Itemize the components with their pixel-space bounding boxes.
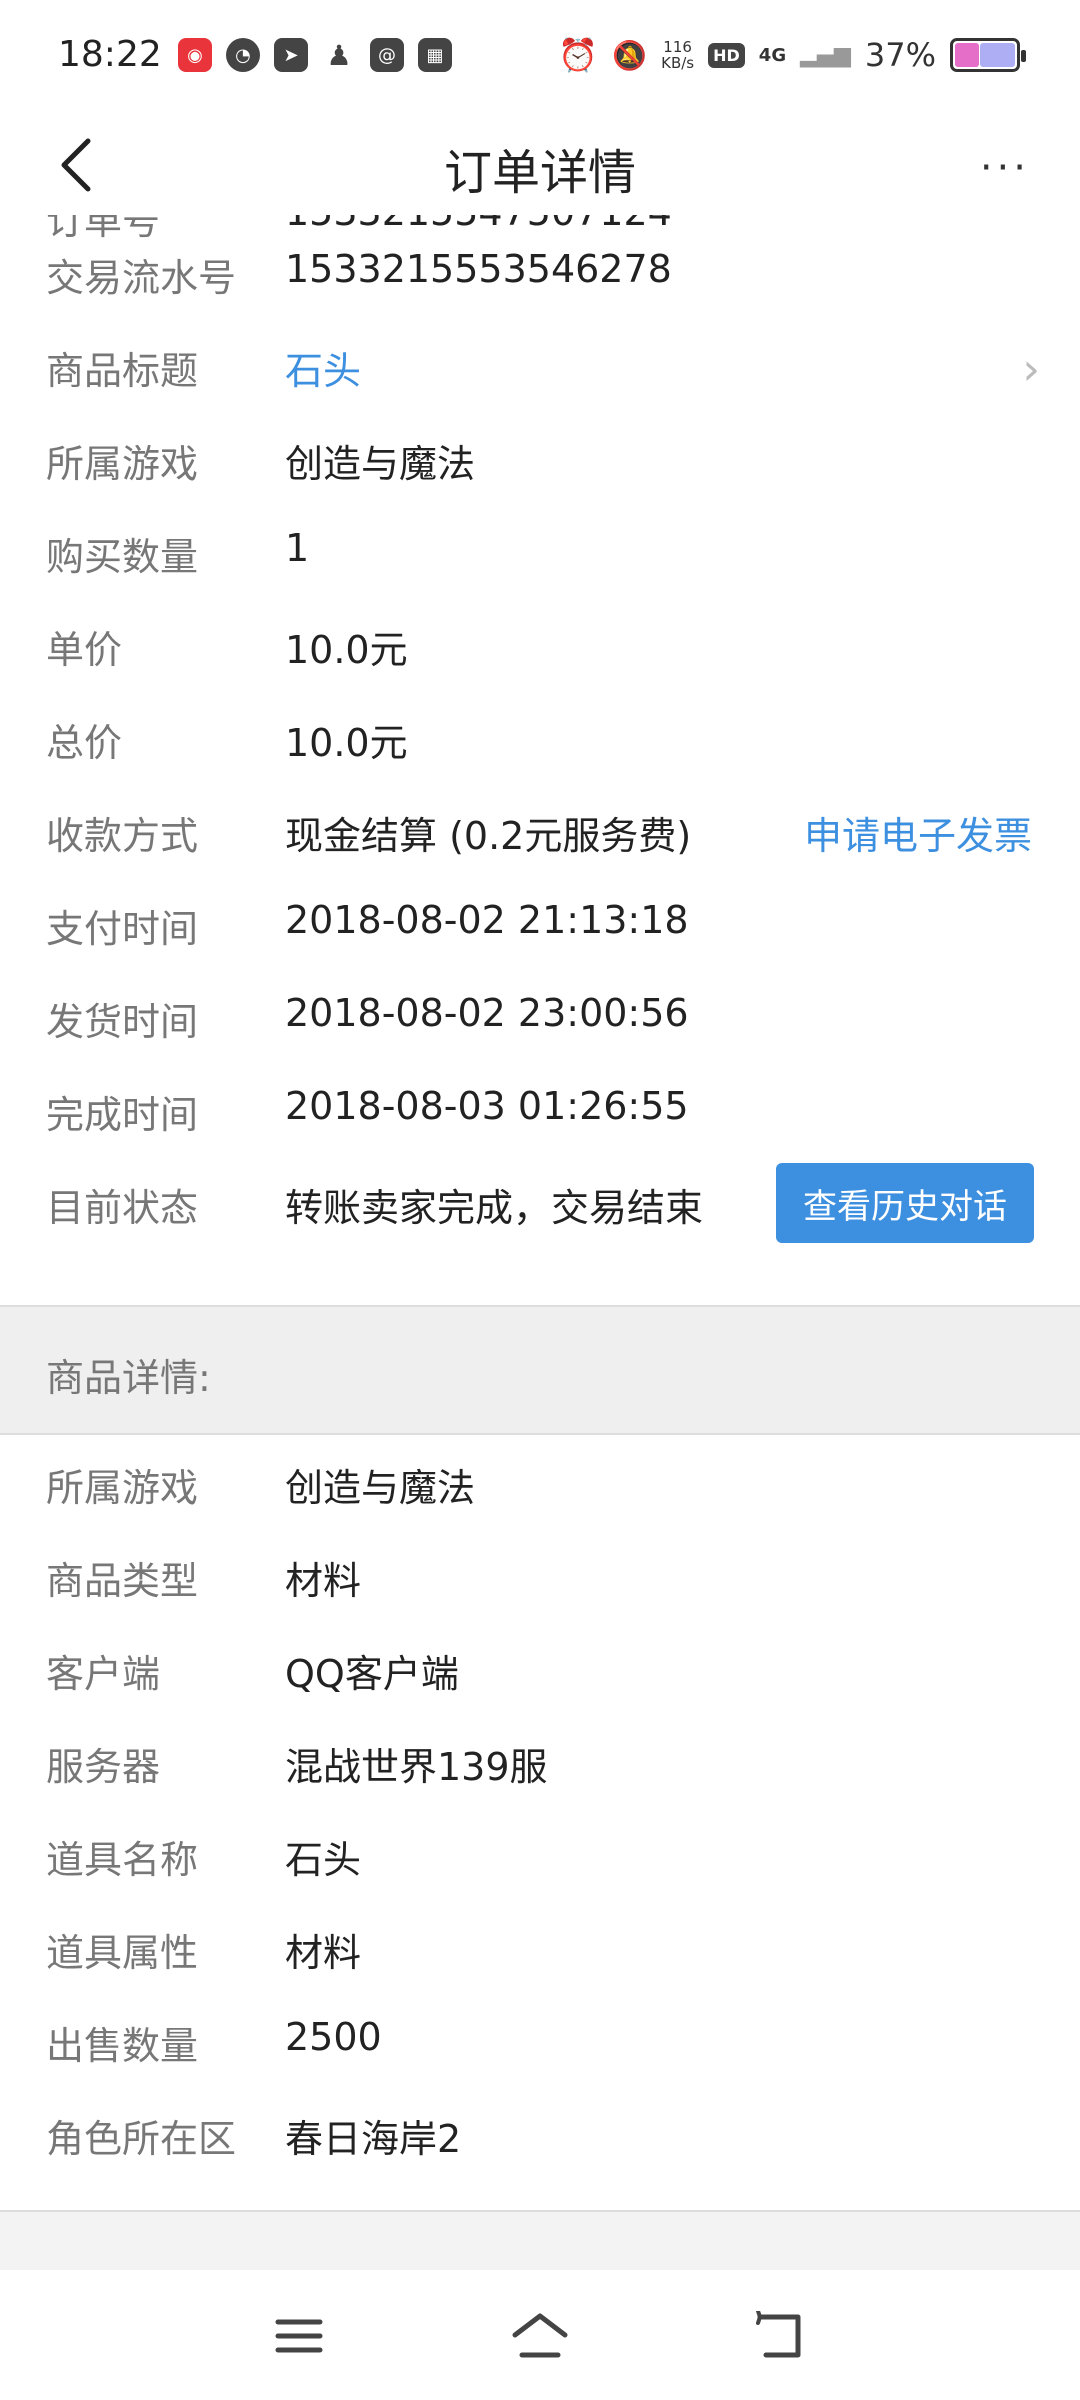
item-row-character-region: 角色所在区 春日海岸2 (46, 2117, 462, 2161)
battery-icon (950, 38, 1026, 72)
item-row-prop-name: 道具名称 石头 (46, 1838, 362, 1882)
alarm-icon: ⏰ (558, 36, 599, 74)
home-nav-button[interactable] (505, 2306, 575, 2366)
game-icon: ▦ (418, 38, 452, 72)
bottom-divider (0, 2210, 1080, 2270)
network-type: 4G (758, 44, 787, 66)
detail-row-status: 目前状态 转账卖家完成，交易结束 查看历史对话 (0, 1157, 1080, 1250)
hd-badge: HD (708, 42, 745, 68)
item-row-prop-attr: 道具属性 材料 (46, 1931, 362, 1975)
status-text: 转账卖家完成，交易结束 (285, 1186, 704, 1230)
return-icon (756, 2311, 801, 2358)
system-icons: ⏰ 🔕 116 KB/s HD 4G ▂▄▆ 37% (558, 36, 1026, 74)
detail-row-unit-price: 单价 10.0元 (46, 628, 408, 672)
detail-row-ship-time: 发货时间 2018-08-02 23:00:56 (46, 991, 689, 1044)
item-title-link[interactable]: 石头 (285, 340, 361, 395)
detail-row-item-title[interactable]: 商品标题 石头 › (0, 320, 1080, 413)
more-menu-icon[interactable]: ··· (980, 145, 1030, 191)
home-icon (512, 2313, 568, 2358)
detail-row-game: 所属游戏 创造与魔法 (46, 442, 476, 486)
notification-icons: ◉ ◔ ➤ ♟ @ ▦ (178, 38, 452, 72)
at-icon: @ (370, 38, 404, 72)
qq-icon: ♟ (326, 38, 352, 72)
page-title: 订单详情 (443, 145, 636, 201)
signal-icon: ▂▄▆ (800, 42, 851, 68)
menu-nav-button[interactable] (264, 2306, 334, 2366)
item-row-sale-quantity: 出售数量 2500 (46, 2015, 382, 2068)
detail-row-pay-time: 支付时间 2018-08-02 21:13:18 (46, 898, 689, 951)
system-nav-bar (0, 2270, 1080, 2400)
menu-icon (275, 2319, 323, 2353)
detail-row-total-price: 总价 10.0元 (46, 721, 408, 765)
battery-percent: 37% (864, 36, 936, 74)
item-row-type: 商品类型 材料 (46, 1559, 362, 1603)
status-bar: 18:22 ◉ ◔ ➤ ♟ @ ▦ ⏰ 🔕 116 KB/s HD 4G ▂▄▆… (0, 0, 1080, 115)
back-nav-button[interactable] (745, 2306, 815, 2366)
item-row-game: 所属游戏 创造与魔法 (46, 1466, 476, 1510)
detail-row-quantity: 购买数量 1 (46, 526, 310, 579)
item-row-client: 客户端 QQ客户端 (46, 1652, 459, 1696)
order-detail-content: 订单号 1533215547507124 交易流水号 1533215553546… (0, 215, 1080, 2220)
invoice-link[interactable]: 申请电子发票 (804, 805, 1032, 860)
view-history-button[interactable]: 查看历史对话 (776, 1163, 1034, 1243)
status-time: 18:22 (58, 34, 162, 75)
item-row-server: 服务器 混战世界139服 (46, 1745, 548, 1789)
send-icon: ➤ (274, 38, 308, 72)
speedometer-icon: ◔ (226, 38, 260, 72)
detail-row-complete-time: 完成时间 2018-08-03 01:26:55 (46, 1084, 689, 1137)
detail-row-serial: 交易流水号 1533215553546278 (46, 247, 672, 300)
chevron-right-icon: › (1022, 344, 1040, 395)
mute-icon: 🔕 (612, 38, 648, 72)
section-header-item-details: 商品详情: (0, 1305, 1080, 1435)
network-speed: 116 KB/s (661, 38, 695, 72)
app-notification-icon: ◉ (178, 38, 212, 72)
detail-row-payment-method: 收款方式 现金结算 (0.2元服务费) 申请电子发票 (0, 785, 1080, 878)
app-header: 订单详情 ··· (0, 115, 1080, 215)
